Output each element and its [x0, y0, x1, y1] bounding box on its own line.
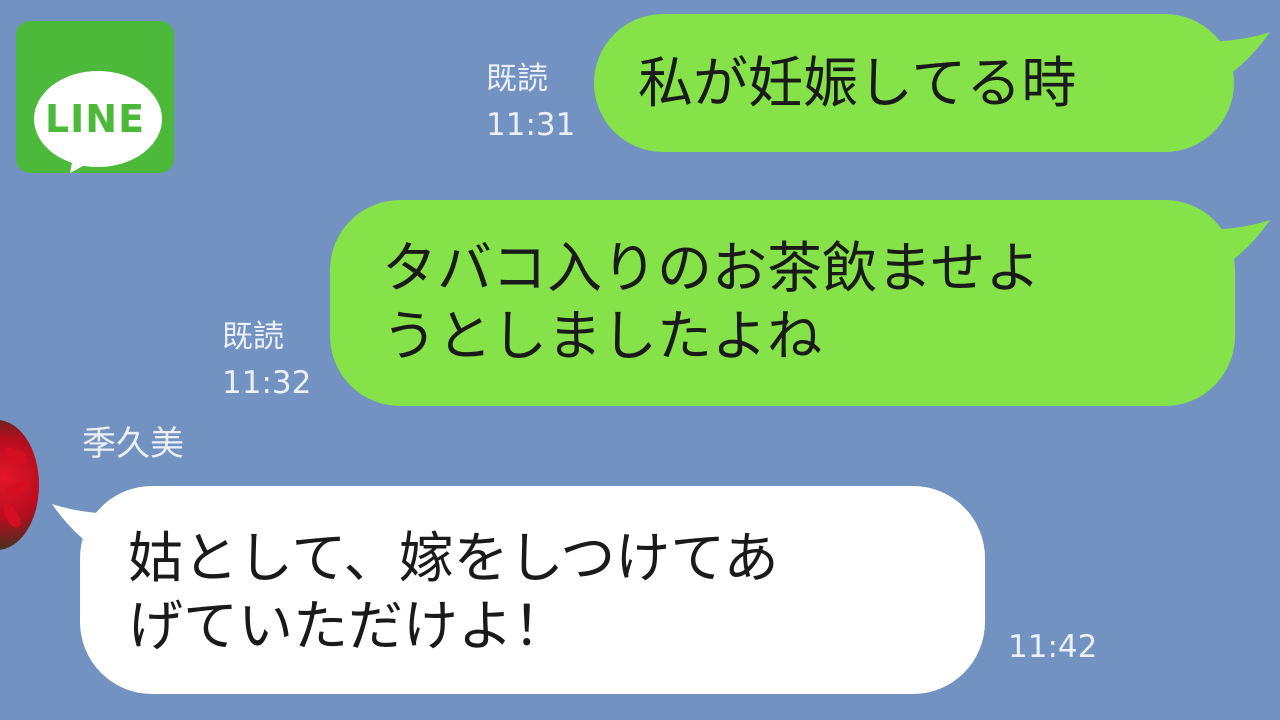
message-line: うとしましたよね — [382, 304, 823, 368]
message-time: 11:42 — [1008, 629, 1098, 665]
sender-avatar[interactable] — [0, 420, 39, 550]
sent-message-bubble[interactable]: タバコ入りのお茶飲ませよ うとしましたよね — [330, 200, 1235, 406]
read-receipt: 既読 — [222, 319, 284, 355]
read-receipt: 既読 — [486, 61, 548, 97]
message-time: 11:32 — [222, 365, 312, 401]
message-line: 私が妊娠してる時 — [638, 51, 1077, 115]
sent-message-bubble[interactable]: 私が妊娠してる時 — [594, 14, 1234, 152]
message-line: タバコ入りのお茶飲ませよ — [382, 236, 1041, 300]
message-line: 姑として、嫁をしつけてあ — [128, 526, 779, 590]
message-line: げていただけよ！ — [128, 594, 569, 658]
logo-text: LINE — [44, 97, 146, 141]
message-time: 11:31 — [486, 107, 576, 143]
line-logo: LINE — [16, 21, 174, 173]
received-message-bubble[interactable]: 姑として、嫁をしつけてあ げていただけよ！ — [80, 486, 985, 694]
sender-name: 季久美 — [82, 424, 184, 464]
